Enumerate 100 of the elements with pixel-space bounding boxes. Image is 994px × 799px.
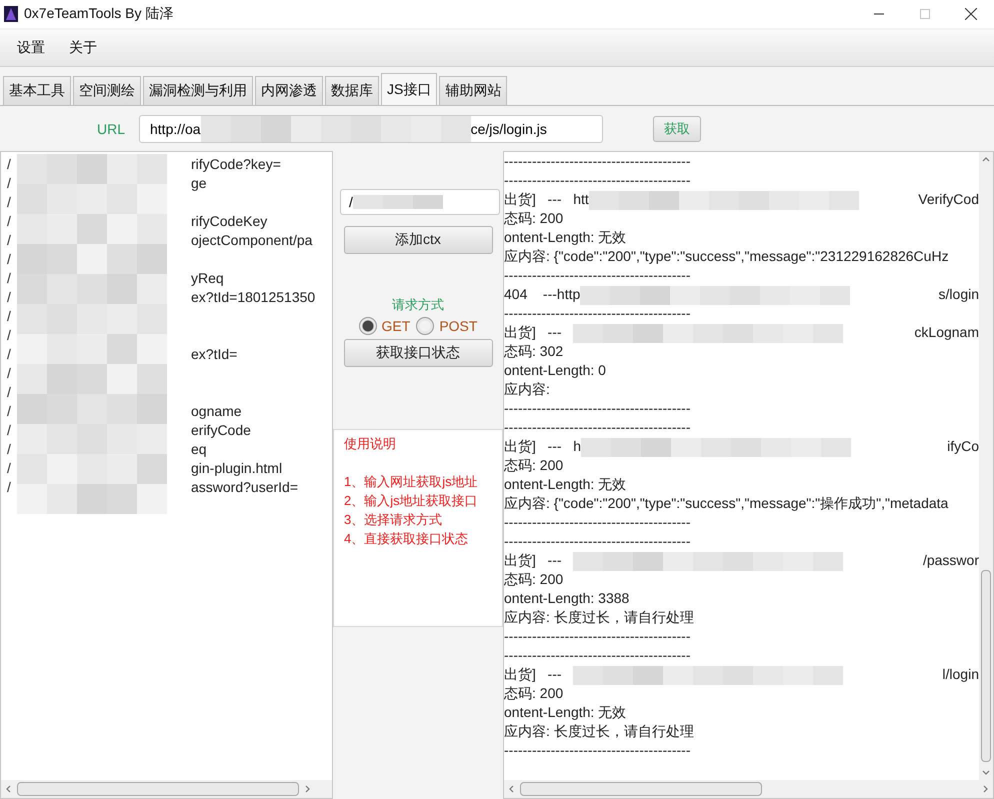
log-request: 404 ---http — [504, 286, 580, 304]
log-url-end: ckLognam — [914, 324, 979, 342]
path-text: gin-plugin.html — [191, 460, 282, 478]
vertical-scrollbar[interactable] — [979, 152, 993, 780]
url-end: ce/js/login.js — [470, 120, 547, 136]
menu-item[interactable]: 关于 — [60, 35, 106, 61]
log-separator: ---------------------------------------- — [504, 742, 690, 760]
instruction-step: 2、输入js地址获取接口 — [344, 491, 492, 510]
log-separator: ---------------------------------------- — [504, 172, 690, 190]
horizontal-scrollbar[interactable] — [1, 780, 332, 798]
path-text: ojectComponent/pa — [191, 232, 312, 250]
path-text: rifyCodeKey — [191, 213, 268, 231]
path-slash: / — [7, 346, 12, 364]
url-field[interactable]: http://oa ce/js/login.js — [139, 114, 603, 142]
log-request: 出货] --- — [504, 324, 563, 342]
log-request: 出货] --- — [504, 552, 563, 570]
ctx-field[interactable]: / — [340, 189, 500, 215]
path-slash: / — [7, 460, 12, 478]
tab[interactable]: 空间测绘 — [73, 76, 141, 105]
instruction-step: 3、选择请求方式 — [344, 510, 492, 529]
log-line: 态码: 200 — [504, 457, 564, 475]
tab[interactable]: JS接口 — [381, 73, 438, 105]
log-line: 应内容: {"code":"200","type":"success","message":"231229162826CuHz — [504, 248, 949, 266]
log-line: 态码: 200 — [504, 685, 564, 703]
log-line: ontent-Length: 无效 — [504, 476, 626, 494]
url-label: URL — [96, 120, 126, 136]
menu-item[interactable]: 设置 — [8, 35, 54, 61]
path-slash: / — [7, 365, 12, 383]
path-slash: / — [7, 270, 12, 288]
tab[interactable]: 基本工具 — [3, 76, 71, 105]
log-request: 出货] --- — [504, 666, 563, 684]
path-slash: / — [7, 289, 12, 307]
scroll-right-icon[interactable] — [303, 785, 311, 793]
ctx-value: / — [349, 194, 353, 210]
path-slash: / — [7, 479, 12, 497]
path-slash: / — [7, 441, 12, 459]
add-ctx-button[interactable]: 添加ctx — [344, 226, 492, 254]
instruction-step: 1、输入网址获取js地址 — [344, 472, 492, 491]
path-slash: / — [7, 194, 12, 212]
scroll-left-icon[interactable] — [5, 785, 13, 793]
log-line: ontent-Length: 无效 — [504, 704, 626, 722]
method-radio[interactable]: POST — [416, 317, 478, 335]
path-slash: / — [7, 384, 12, 402]
tab[interactable]: 数据库 — [325, 76, 379, 105]
log-url-end: /passwor — [922, 552, 979, 570]
log-line: ontent-Length: 无效 — [504, 229, 626, 247]
tab[interactable]: 内网渗透 — [255, 76, 323, 105]
log-line: 态码: 302 — [504, 343, 564, 361]
path-text: ex?tId= — [191, 346, 238, 364]
instructions-title: 使用说明 — [344, 435, 397, 453]
log-request: 出货] --- h — [504, 438, 581, 456]
log-url-end: ifyCo — [947, 438, 979, 456]
method-radio[interactable]: GET — [358, 317, 410, 335]
path-text: erifyCode — [191, 422, 251, 440]
path-text: rifyCode?key= — [191, 156, 281, 174]
path-slash: / — [7, 308, 12, 326]
path-text: ogname — [191, 403, 242, 421]
scroll-left-icon[interactable] — [508, 785, 516, 793]
radio-dot-icon[interactable] — [416, 317, 434, 335]
horizontal-scrollbar[interactable] — [504, 780, 993, 798]
path-slash: / — [7, 213, 12, 231]
log-separator: ---------------------------------------- — [504, 400, 690, 418]
log-line: ontent-Length: 0 — [504, 362, 606, 380]
path-slash: / — [7, 156, 12, 174]
path-slash: / — [7, 175, 12, 193]
path-text: assword?userId= — [191, 479, 298, 497]
log-url-end: VerifyCod — [918, 191, 979, 209]
log-separator: ---------------------------------------- — [504, 628, 690, 646]
close-icon[interactable] — [965, 8, 977, 20]
scroll-right-icon[interactable] — [981, 785, 989, 793]
get-status-button[interactable]: 获取接口状态 — [344, 339, 492, 367]
log-line: 应内容: — [504, 381, 550, 399]
path-slash: / — [7, 403, 12, 421]
url-start: http://oa — [150, 120, 201, 136]
tab[interactable]: 辅助网站 — [439, 76, 508, 105]
path-slash: / — [7, 251, 12, 269]
log-url-end: l/login — [942, 666, 979, 684]
path-slash: / — [7, 232, 12, 250]
log-request: 出货] --- htt — [504, 191, 589, 209]
log-separator: ---------------------------------------- — [504, 305, 690, 323]
path-slash: / — [7, 422, 12, 440]
scroll-thumb[interactable] — [520, 782, 762, 796]
app-logo-icon — [4, 6, 18, 22]
scroll-down-icon[interactable] — [982, 768, 990, 776]
radio-dot-icon[interactable] — [358, 317, 377, 335]
path-text: eq — [191, 441, 207, 459]
path-text: ge — [191, 175, 207, 193]
scroll-up-icon[interactable] — [982, 156, 990, 164]
log-line: 应内容: 长度过长，请自行处理 — [504, 723, 694, 741]
path-text: ex?tId=1801251350 — [191, 289, 316, 307]
instruction-step: 4、直接获取接口状态 — [344, 529, 492, 548]
scroll-thumb[interactable] — [981, 570, 991, 762]
window-title: 0x7eTeamTools By 陆泽 — [24, 5, 174, 23]
log-line: 态码: 200 — [504, 210, 564, 228]
path-slash: / — [7, 327, 12, 345]
tab[interactable]: 漏洞检测与利用 — [143, 76, 253, 105]
log-line: ontent-Length: 3388 — [504, 590, 630, 608]
log-separator: ---------------------------------------- — [504, 533, 690, 551]
method-label: 请求方式 — [392, 296, 444, 314]
scroll-thumb[interactable] — [17, 782, 299, 796]
